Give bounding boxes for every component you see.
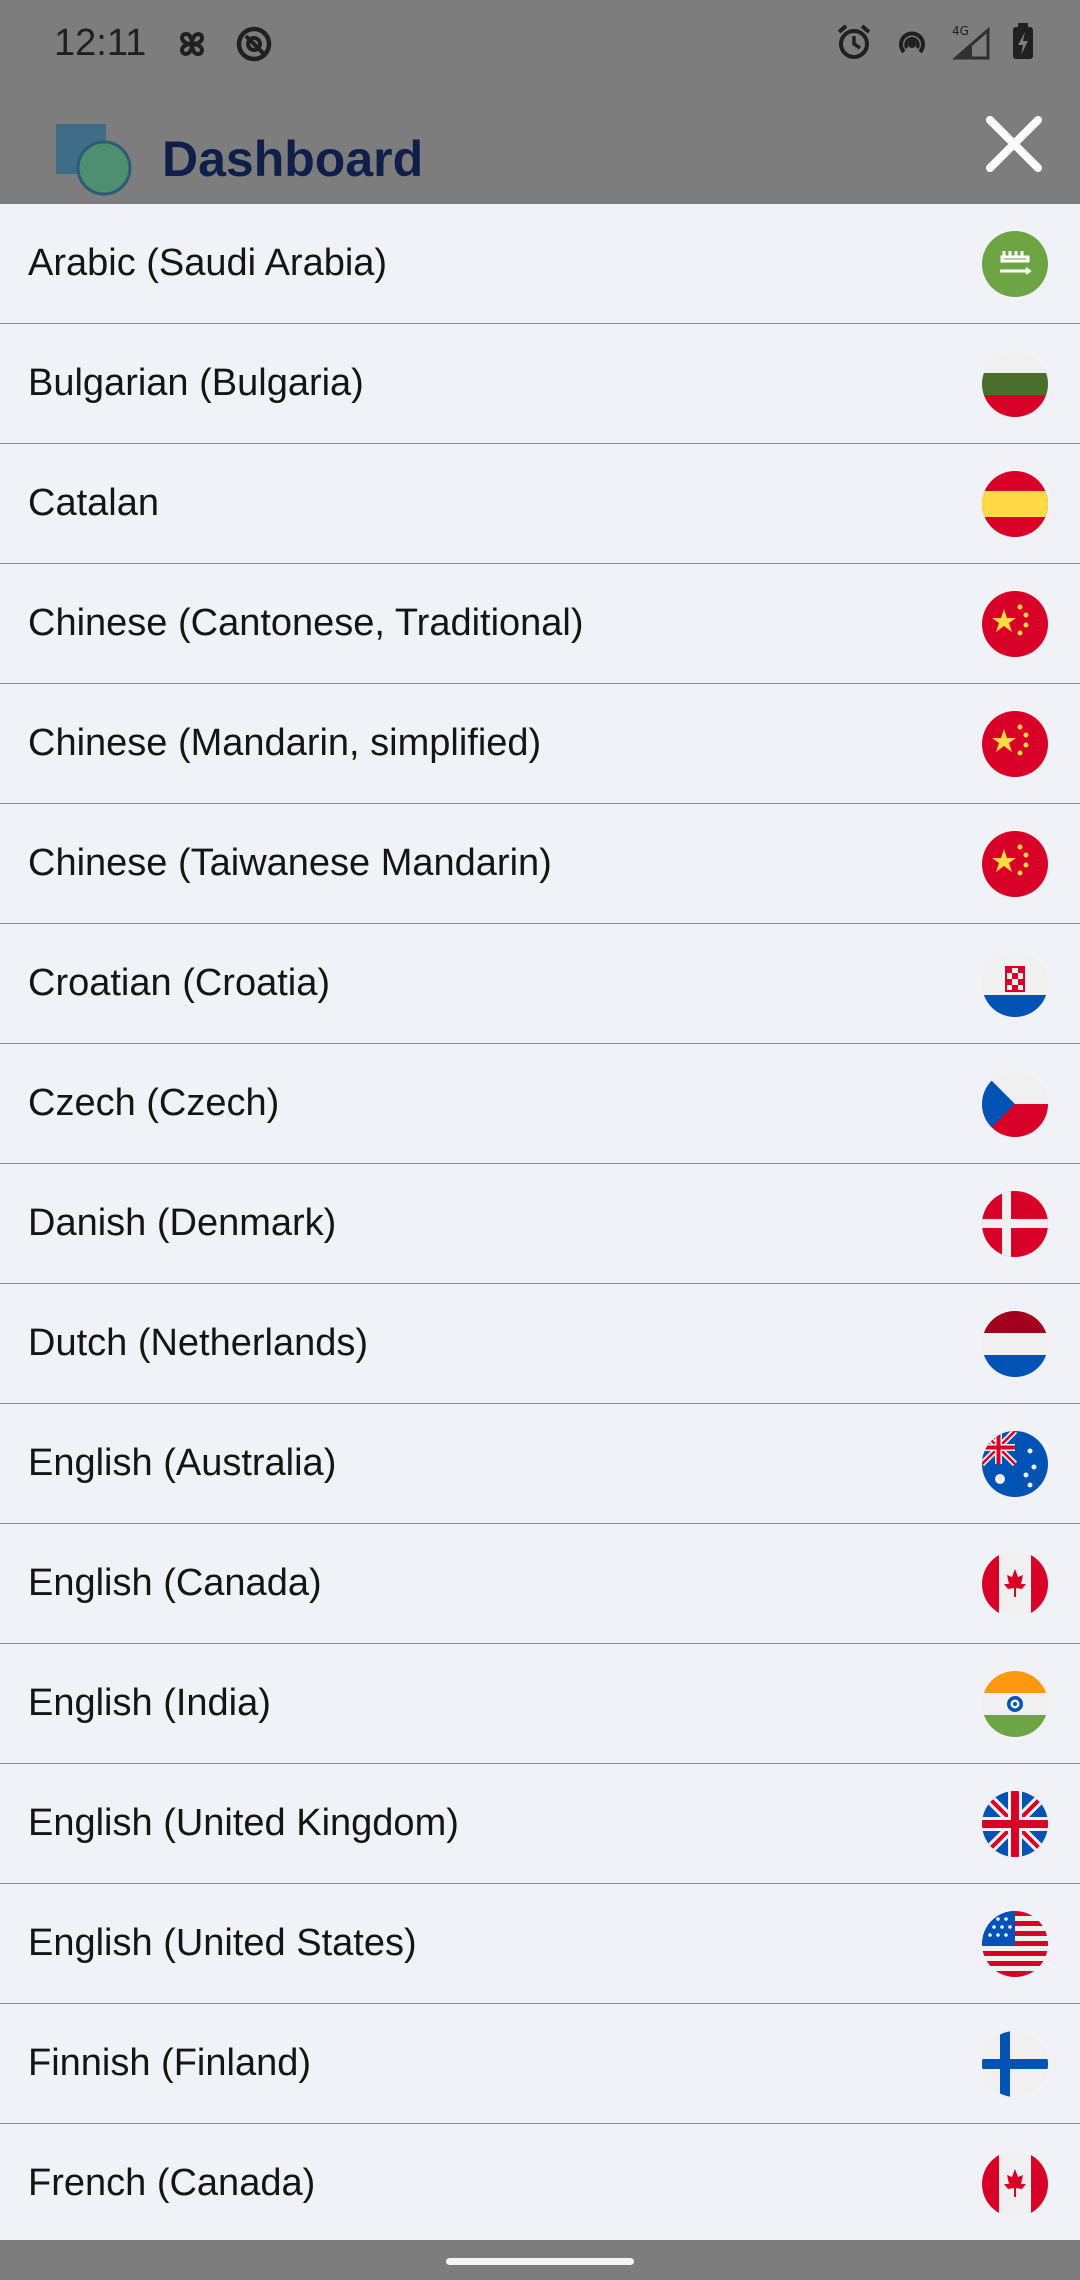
finland-flag-icon — [982, 2030, 1048, 2097]
app-logo-icon — [54, 122, 140, 202]
language-label: Danish (Denmark) — [28, 1202, 337, 1244]
language-label: Chinese (Taiwanese Mandarin) — [28, 842, 552, 884]
alarm-icon — [834, 22, 874, 62]
china-flag-icon — [982, 710, 1048, 777]
language-list: Arabic (Saudi Arabia) Bulgarian (Bulgari… — [0, 204, 1080, 2240]
china-flag-icon — [982, 590, 1048, 657]
status-bar: 12:11 4G — [0, 0, 1080, 90]
canada-flag-icon — [982, 2150, 1048, 2217]
close-button[interactable] — [974, 104, 1054, 184]
language-item-chinese-taiwanese[interactable]: Chinese (Taiwanese Mandarin) — [0, 804, 1080, 924]
denmark-flag-icon — [982, 1190, 1048, 1257]
language-item-english-australia[interactable]: English (Australia) — [0, 1404, 1080, 1524]
language-label: English (United Kingdom) — [28, 1802, 459, 1844]
australia-flag-icon — [982, 1430, 1048, 1497]
language-label: English (Canada) — [28, 1562, 322, 1604]
india-flag-icon — [982, 1670, 1048, 1737]
language-item-finnish[interactable]: Finnish (Finland) — [0, 2004, 1080, 2124]
pinwheel-icon — [172, 24, 212, 64]
language-label: Catalan — [28, 482, 159, 524]
status-time: 12:11 — [54, 22, 147, 64]
language-label: English (Australia) — [28, 1442, 337, 1484]
croatia-flag-icon — [982, 950, 1048, 1017]
language-label: Czech (Czech) — [28, 1082, 280, 1124]
language-label: Arabic (Saudi Arabia) — [28, 242, 388, 284]
language-item-english-us[interactable]: English (United States) — [0, 1884, 1080, 2004]
language-item-french-canada[interactable]: French (Canada) — [0, 2124, 1080, 2240]
language-label: Croatian (Croatia) — [28, 962, 330, 1004]
navigation-bar — [0, 2240, 1080, 2280]
at-sign-icon — [234, 24, 274, 64]
canada-flag-icon — [982, 1550, 1048, 1617]
signal-4g-icon: 4G — [950, 22, 992, 62]
page-title: Dashboard — [162, 131, 424, 187]
language-label: Dutch (Netherlands) — [28, 1322, 369, 1364]
home-gesture-handle[interactable] — [446, 2258, 634, 2265]
language-label: French (Canada) — [28, 2162, 316, 2204]
language-item-english-india[interactable]: English (India) — [0, 1644, 1080, 1764]
language-item-croatian[interactable]: Croatian (Croatia) — [0, 924, 1080, 1044]
language-label: English (India) — [28, 1682, 271, 1724]
language-item-dutch[interactable]: Dutch (Netherlands) — [0, 1284, 1080, 1404]
close-icon — [986, 116, 1042, 172]
language-item-catalan[interactable]: Catalan — [0, 444, 1080, 564]
bulgaria-flag-icon — [982, 350, 1048, 417]
language-label: Finnish (Finland) — [28, 2042, 311, 2084]
language-label: English (United States) — [28, 1922, 417, 1964]
battery-charging-icon — [1010, 22, 1036, 62]
language-label: Chinese (Mandarin, simplified) — [28, 722, 542, 764]
network-label: 4G — [952, 24, 969, 38]
language-item-english-uk[interactable]: English (United Kingdom) — [0, 1764, 1080, 1884]
language-item-danish[interactable]: Danish (Denmark) — [0, 1164, 1080, 1284]
language-item-chinese-mandarin[interactable]: Chinese (Mandarin, simplified) — [0, 684, 1080, 804]
language-item-bulgarian[interactable]: Bulgarian (Bulgaria) — [0, 324, 1080, 444]
language-item-english-canada[interactable]: English (Canada) — [0, 1524, 1080, 1644]
czech-flag-icon — [982, 1070, 1048, 1137]
hotspot-icon — [892, 22, 932, 62]
uk-flag-icon — [982, 1790, 1048, 1857]
netherlands-flag-icon — [982, 1310, 1048, 1377]
app-header: Dashboard — [0, 90, 1080, 204]
status-left-icons — [172, 24, 274, 64]
status-right-icons: 4G — [834, 22, 1036, 62]
usa-flag-icon — [982, 1910, 1048, 1977]
spain-flag-icon — [982, 470, 1048, 537]
language-item-czech[interactable]: Czech (Czech) — [0, 1044, 1080, 1164]
saudi-arabia-flag-icon — [982, 230, 1048, 297]
language-item-chinese-cantonese[interactable]: Chinese (Cantonese, Traditional) — [0, 564, 1080, 684]
china-flag-icon — [982, 830, 1048, 897]
language-label: Bulgarian (Bulgaria) — [28, 362, 364, 404]
language-item-arabic-saudi-arabia[interactable]: Arabic (Saudi Arabia) — [0, 204, 1080, 324]
language-label: Chinese (Cantonese, Traditional) — [28, 602, 584, 644]
